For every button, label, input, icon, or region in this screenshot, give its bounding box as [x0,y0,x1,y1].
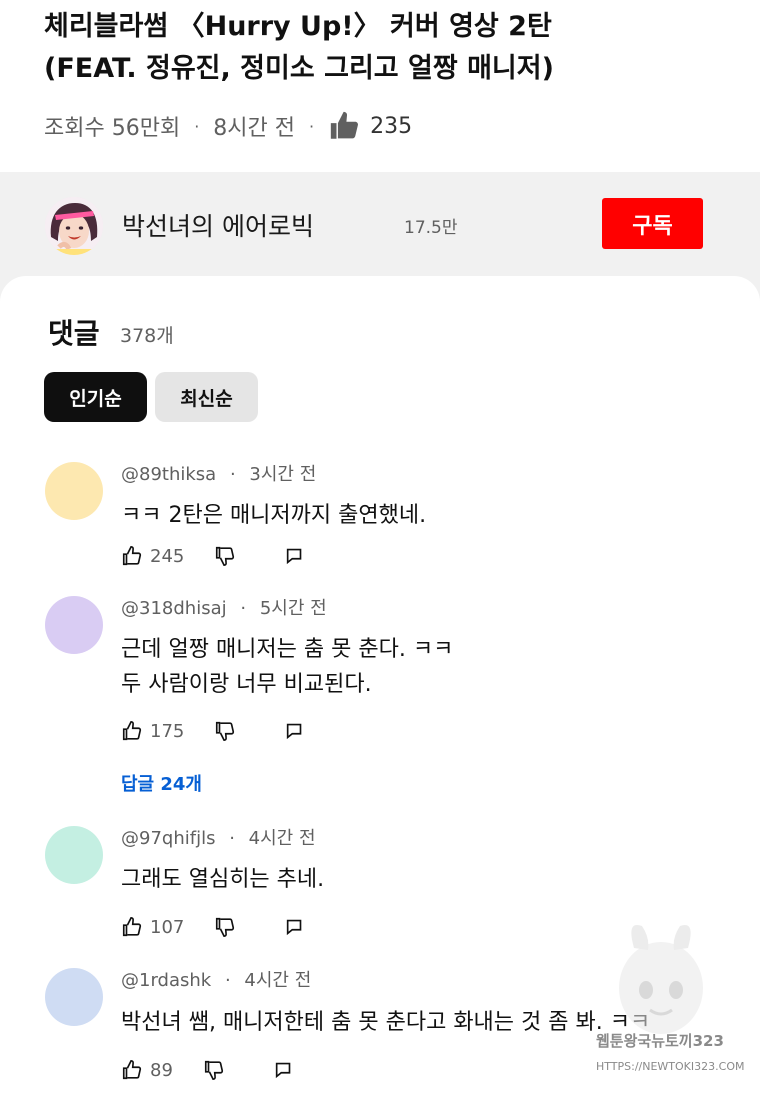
subscriber-count: 17.5만 [404,218,458,238]
view-count: 조회수 56만회 [44,116,181,141]
thumbs-down-icon[interactable] [214,916,236,938]
comment-username[interactable]: @89thiksa [121,464,216,485]
comment-actions: 245 [121,542,306,570]
comment-header: @1rdashk · 4시간 전 [121,966,311,992]
thumbs-down-icon[interactable] [214,545,236,567]
thumbs-up-icon[interactable] [121,720,143,742]
watermark-text: 웹툰왕국뉴토끼323 [596,1032,724,1050]
meta-separator: · [240,598,247,619]
reply-icon[interactable] [284,916,306,938]
watermark-url: HTTPS://NEWTOKI323.COM [596,1060,745,1073]
comment-actions: 175 [121,717,306,745]
thumbs-up-icon[interactable] [121,1059,143,1081]
comment-time: 4시간 전 [244,970,312,991]
video-title-line2: (FEAT. 정유진, 정미소 그리고 얼짱 매니저) [44,53,554,84]
comment-text: 박선녀 쌤, 매니저한테 춤 못 춘다고 화내는 것 좀 봐. ㅋㅋ [121,1005,650,1040]
comment-actions: 107 [121,913,306,941]
comment-like-count: 245 [150,545,185,567]
reply-icon[interactable] [273,1059,295,1081]
meta-separator: · [229,464,236,485]
comment-username[interactable]: @97qhifjls [121,828,215,849]
video-like-count: 235 [370,113,413,139]
comment-text: 그래도 열심히는 추네. [121,862,324,897]
video-info: 체리블라썸 〈Hurry Up!〉 커버 영상 2탄 (FEAT. 정유진, 정… [0,0,760,172]
comments-count: 378개 [120,325,174,347]
comment-time: 3시간 전 [249,464,317,485]
thumbs-up-icon[interactable] [121,916,143,938]
comment-header: @89thiksa · 3시간 전 [121,460,316,486]
sort-popular-chip[interactable]: 인기순 [44,372,147,422]
thumbs-up-icon[interactable] [328,109,362,143]
comment-header: @97qhifjls · 4시간 전 [121,824,316,850]
comment-actions: 89 [121,1056,295,1084]
comment-text-line1: 근데 얼짱 매니저는 춤 못 춘다. ㅋㅋ [121,637,454,662]
channel-avatar[interactable] [45,197,103,255]
channel-avatar-image [45,197,103,255]
comment-text: 근데 얼짱 매니저는 춤 못 춘다. ㅋㅋ 두 사람이랑 너무 비교된다. [121,632,453,702]
meta-separator: · [194,116,200,136]
comments-title: 댓글 [48,317,100,350]
thumbs-down-icon[interactable] [203,1059,225,1081]
comment-like-count: 107 [150,916,185,938]
comment-username[interactable]: @318dhisaj [121,598,227,619]
comment-text-line1: 박선녀 쌤, 매니저한테 춤 못 춘다고 화내는 것 좀 봐. ㅋㅋ [121,1010,651,1035]
comment-like-count: 89 [150,1059,173,1081]
comment-time: 5시간 전 [259,598,327,619]
reply-icon[interactable] [284,545,306,567]
sort-newest-chip[interactable]: 최신순 [155,372,258,422]
comment-avatar[interactable] [45,462,103,520]
comment-username[interactable]: @1rdashk [121,970,211,991]
reply-icon[interactable] [284,720,306,742]
video-meta: 조회수 56만회 · 8시간 전 · 235 [44,108,412,144]
comment-time: 4시간 전 [248,828,316,849]
comment-header: @318dhisaj · 5시간 전 [121,594,327,620]
comment-text: ㅋㅋ 2탄은 매니저까지 출연했네. [121,498,426,533]
comment-text-line1: 그래도 열심히는 추네. [121,867,325,892]
video-title-line1: 체리블라썸 〈Hurry Up!〉 커버 영상 2탄 [44,11,552,42]
comment-avatar[interactable] [45,826,103,884]
video-title: 체리블라썸 〈Hurry Up!〉 커버 영상 2탄 (FEAT. 정유진, 정… [44,6,734,90]
thumbs-up-icon[interactable] [121,545,143,567]
upload-time: 8시간 전 [213,116,296,141]
comment-avatar[interactable] [45,596,103,654]
meta-separator: · [224,970,231,991]
comment-text-line1: ㅋㅋ 2탄은 매니저까지 출연했네. [121,503,427,528]
meta-separator: · [309,116,315,136]
comment-avatar[interactable] [45,968,103,1026]
channel-name[interactable]: 박선녀의 에어로빅 [122,207,314,243]
subscribe-button[interactable]: 구독 [602,198,703,249]
view-replies-link[interactable]: 답글 24개 [121,770,202,796]
comment-like-count: 175 [150,720,185,742]
thumbs-down-icon[interactable] [214,720,236,742]
meta-separator: · [229,828,235,849]
comment-text-line2: 두 사람이랑 너무 비교된다. [121,672,372,697]
